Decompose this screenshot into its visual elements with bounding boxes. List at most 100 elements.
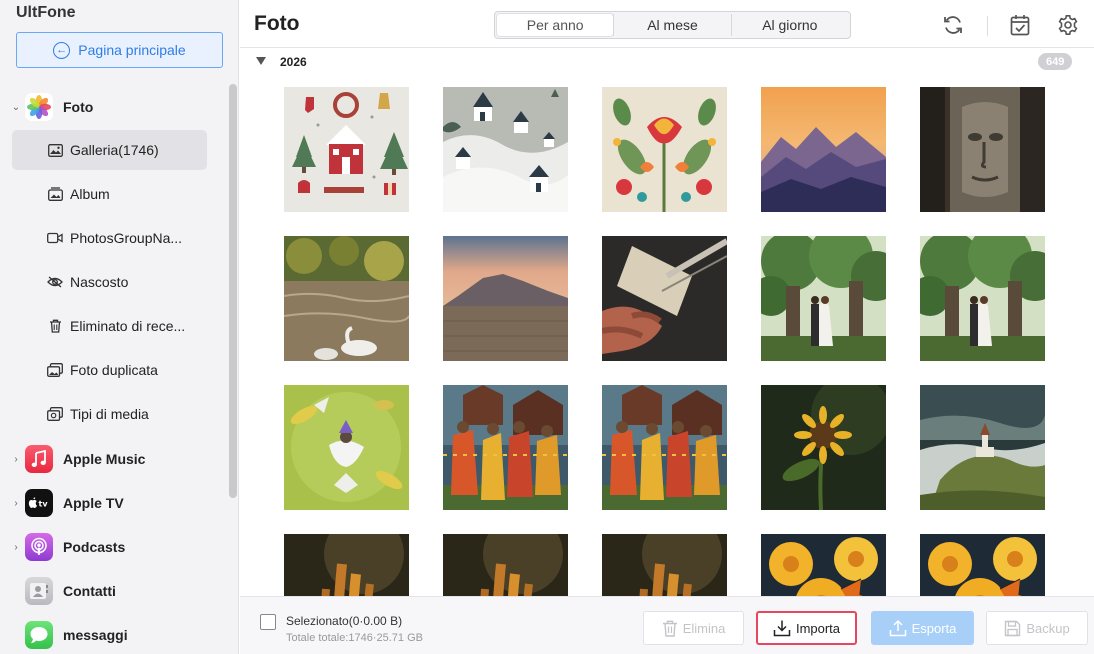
export-button[interactable]: Esporta	[871, 611, 974, 645]
photos-app-icon	[25, 93, 53, 121]
photo-thumbnail[interactable]	[284, 534, 409, 596]
sidebar-item-album[interactable]: Album	[12, 174, 207, 214]
collapse-triangle-icon[interactable]	[256, 57, 266, 65]
media-types-icon	[47, 406, 63, 422]
tab-al-giorno[interactable]: Al giorno	[730, 14, 848, 36]
photo-count-badge: 649	[1038, 53, 1073, 70]
chevron-right-icon: ›	[14, 541, 18, 553]
photo-thumbnail[interactable]	[443, 236, 568, 361]
category-label: Foto	[63, 99, 94, 115]
photo-thumbnail[interactable]	[920, 87, 1045, 212]
import-button[interactable]: Importa	[756, 611, 857, 645]
arrow-left-icon: ←	[53, 41, 71, 59]
floppy-disk-icon	[1005, 620, 1021, 636]
photo-thumbnail[interactable]	[920, 236, 1045, 361]
category-podcasts[interactable]: › Podcasts	[0, 525, 225, 569]
sidebar-item-galleria[interactable]: Galleria(1746)	[12, 130, 207, 170]
export-button-label: Esporta	[911, 620, 957, 636]
video-icon	[47, 230, 63, 246]
sidebar-item-photosgroup[interactable]: PhotosGroupNa...	[12, 218, 207, 258]
year-group-header: 2026 649	[240, 49, 1094, 75]
photo-thumbnail[interactable]	[602, 534, 727, 596]
main-panel: Foto Per anno Al mese Al giorno 2026 649	[240, 0, 1094, 654]
duplicate-photo-icon	[47, 362, 63, 378]
photo-thumbnail[interactable]	[602, 87, 727, 212]
category-label: Apple TV	[63, 495, 124, 511]
photo-thumbnail[interactable]	[284, 236, 409, 361]
photo-thumbnail[interactable]	[443, 87, 568, 212]
refresh-icon[interactable]	[941, 13, 965, 37]
podcasts-icon	[25, 533, 53, 561]
photo-thumbnail[interactable]	[284, 87, 409, 212]
sidebar-item-label: Nascosto	[70, 274, 129, 290]
year-label: 2026	[280, 55, 307, 69]
sidebar-item-label: Tipi di media	[70, 406, 149, 422]
photo-thumbnail[interactable]	[761, 385, 886, 510]
messages-icon	[25, 621, 53, 649]
apple-music-icon	[25, 445, 53, 473]
category-contatti[interactable]: Contatti	[0, 569, 225, 613]
delete-button-label: Elimina	[682, 620, 726, 636]
chevron-right-icon: ›	[14, 453, 18, 465]
delete-button[interactable]: Elimina	[643, 611, 744, 645]
category-label: Contatti	[63, 583, 116, 599]
photo-grid	[240, 76, 1094, 596]
category-apple-music[interactable]: › Apple Music	[0, 437, 225, 481]
sidebar-item-label: Album	[70, 186, 110, 202]
upload-icon	[889, 619, 906, 637]
total-size: Totale totale:1746·25.71 GB	[286, 632, 423, 644]
photo-thumbnail[interactable]	[284, 385, 409, 510]
page-title: Foto	[254, 12, 300, 35]
chevron-right-icon: ›	[14, 497, 18, 509]
select-all-checkbox[interactable]	[260, 614, 276, 630]
photo-thumbnail[interactable]	[920, 385, 1045, 510]
home-button-label: Pagina principale	[78, 42, 186, 58]
trash-icon	[47, 318, 63, 334]
photo-thumbnail[interactable]	[761, 236, 886, 361]
chevron-down-icon: ⌄	[11, 101, 21, 113]
category-label: messaggi	[63, 627, 128, 643]
sidebar-item-eliminato[interactable]: Eliminato di rece...	[12, 306, 207, 346]
tab-al-mese[interactable]: Al mese	[613, 14, 730, 36]
photo-thumbnail[interactable]	[602, 385, 727, 510]
eye-hidden-icon	[47, 274, 63, 290]
header-divider	[987, 16, 988, 36]
backup-button[interactable]: Backup	[986, 611, 1088, 645]
calendar-check-icon[interactable]	[1008, 13, 1032, 37]
category-apple-tv[interactable]: › tv Apple TV	[0, 481, 225, 525]
sidebar-scrollbar[interactable]	[229, 84, 237, 498]
backup-button-label: Backup	[1026, 620, 1070, 636]
selected-count: Selezionato(0·0.00 B)	[286, 614, 403, 628]
photo-thumbnail[interactable]	[443, 385, 568, 510]
sidebar-item-label: PhotosGroupNa...	[70, 230, 183, 246]
category-label: Apple Music	[63, 451, 146, 467]
apple-tv-icon: tv	[25, 489, 53, 517]
sidebar-item-tipi-di-media[interactable]: Tipi di media	[12, 394, 207, 434]
sidebar-item-label: Galleria(1746)	[70, 142, 159, 158]
album-icon	[47, 186, 63, 202]
header: Foto Per anno Al mese Al giorno	[240, 0, 1094, 48]
sidebar: UltFone ← Pagina principale ⌄ Foto Galle…	[0, 0, 239, 654]
category-foto[interactable]: ⌄ Foto	[0, 85, 225, 129]
photo-thumbnail[interactable]	[761, 534, 886, 596]
contacts-icon	[25, 577, 53, 605]
photo-thumbnail[interactable]	[761, 87, 886, 212]
download-icon	[773, 620, 791, 637]
sidebar-item-label: Eliminato di rece...	[70, 318, 186, 334]
gear-icon[interactable]	[1056, 13, 1080, 37]
app-title: UltFone	[16, 4, 76, 21]
svg-text:tv: tv	[39, 500, 49, 509]
photo-thumbnail[interactable]	[443, 534, 568, 596]
sidebar-item-nascosto[interactable]: Nascosto	[12, 262, 207, 302]
footer-bar: Selezionato(0·0.00 B) Totale totale:1746…	[240, 596, 1094, 654]
category-messaggi[interactable]: messaggi	[0, 613, 225, 654]
photo-thumbnail[interactable]	[602, 236, 727, 361]
view-mode-tabs: Per anno Al mese Al giorno	[494, 11, 851, 39]
sidebar-item-label: Foto duplicata	[70, 362, 158, 378]
trash-icon	[662, 620, 677, 637]
tab-per-anno[interactable]: Per anno	[497, 14, 614, 36]
import-button-label: Importa	[795, 620, 841, 636]
photo-thumbnail[interactable]	[920, 534, 1045, 596]
sidebar-item-foto-duplicata[interactable]: Foto duplicata	[12, 350, 207, 390]
home-button[interactable]: ← Pagina principale	[16, 32, 223, 68]
